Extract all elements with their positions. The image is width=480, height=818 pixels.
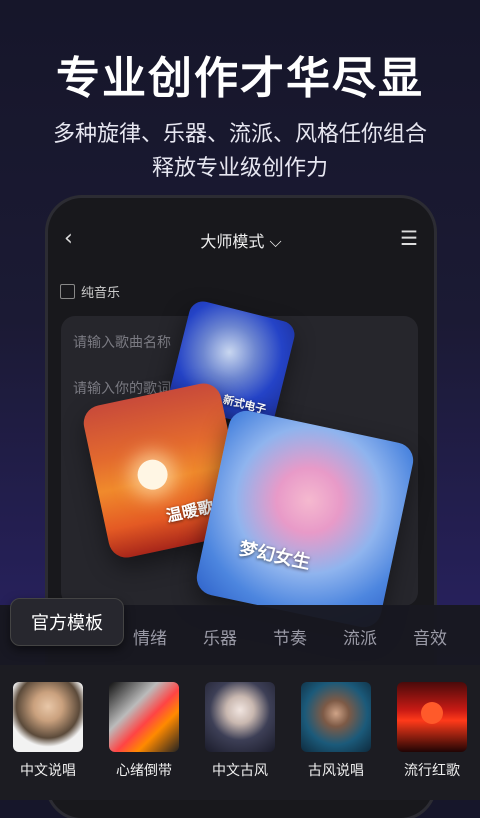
tab-genre[interactable]: 流派: [343, 624, 377, 649]
template-label: 心绪倒带: [116, 763, 172, 779]
template-thumbnail: [205, 682, 275, 752]
sunset-graphic: [421, 702, 443, 724]
tab-mood[interactable]: 情绪: [133, 624, 167, 649]
nav-bar: ‹ 大师模式 ⌵ ☰: [48, 226, 434, 254]
template-thumbnail: [397, 682, 467, 752]
pure-music-label: 纯音乐: [81, 286, 121, 301]
tab-official-templates[interactable]: 官方模板: [10, 598, 124, 646]
style-card-label: 梦幻女生: [237, 538, 313, 574]
style-card-dream[interactable]: 梦幻女生: [193, 407, 417, 631]
template-thumbnail: [109, 682, 179, 752]
menu-icon[interactable]: ☰: [400, 226, 418, 250]
promo-subline: 多种旋律、乐器、流派、风格任你组合: [52, 122, 427, 147]
template-item[interactable]: 心绪倒带: [109, 682, 179, 780]
template-item[interactable]: 流行红歌: [397, 682, 467, 780]
template-thumbnail: [301, 682, 371, 752]
tab-instruments[interactable]: 乐器: [203, 624, 237, 649]
mode-selector[interactable]: 大师模式 ⌵: [48, 228, 434, 252]
promo-subline-2: 释放专业级创作力: [151, 156, 328, 181]
promo-headline: 专业创作才华尽显: [56, 53, 424, 104]
template-item[interactable]: 古风说唱: [301, 682, 371, 780]
tab-rhythm[interactable]: 节奏: [273, 624, 307, 649]
template-label: 古风说唱: [308, 763, 364, 779]
template-label: 流行红歌: [404, 763, 460, 779]
template-item[interactable]: 中文古风: [205, 682, 275, 780]
template-thumbnail: [13, 682, 83, 752]
pure-music-toggle[interactable]: 纯音乐: [60, 282, 120, 301]
template-item[interactable]: 中文说唱: [13, 682, 83, 780]
sun-graphic: [134, 456, 171, 493]
tab-sound-effects[interactable]: 音效: [413, 624, 447, 649]
template-label: 中文古风: [212, 763, 268, 779]
song-name-input[interactable]: 请输入歌曲名称: [73, 332, 171, 352]
checkbox-icon[interactable]: [60, 284, 75, 299]
template-label: 中文说唱: [20, 763, 76, 779]
